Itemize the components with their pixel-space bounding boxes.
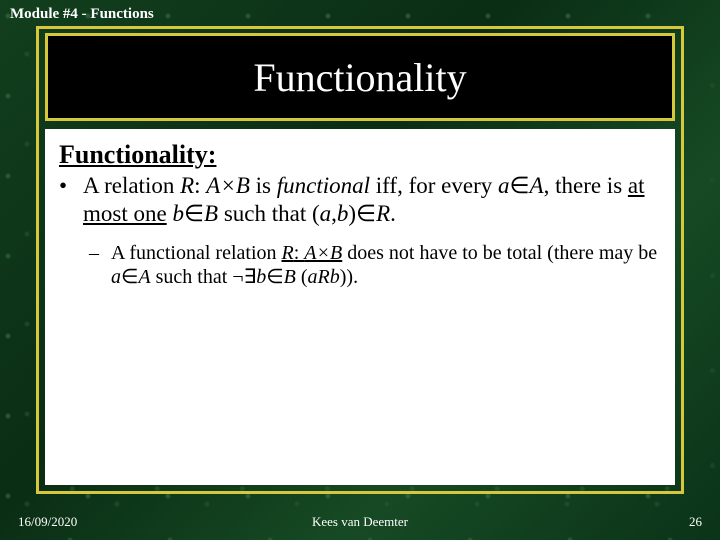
bullet-level1: • A relation R: A×B is functional iff, f… xyxy=(59,172,661,227)
txt: : xyxy=(294,242,305,264)
txt: , there is xyxy=(544,173,628,198)
module-label: Module #4 - Functions xyxy=(10,6,154,23)
word-functional: functional xyxy=(277,173,370,198)
txt: : xyxy=(194,173,206,198)
sym-in: ∈ xyxy=(121,266,138,288)
var-R: R xyxy=(376,201,390,226)
txt: such that ¬∃ xyxy=(151,266,257,288)
footer-page: 26 xyxy=(689,514,702,530)
txt: A relation xyxy=(83,173,180,198)
sym-in: ∈ xyxy=(266,266,283,288)
slide-frame: Functionality Functionality: • A relatio… xyxy=(36,26,684,494)
txt: such that ( xyxy=(218,201,320,226)
bullet-dash: – xyxy=(89,241,111,289)
var-R: R xyxy=(180,173,194,198)
txt: does not have to be total (there may be xyxy=(342,242,657,264)
body-heading: Functionality: xyxy=(59,139,661,170)
bullet1-content: A relation R: A×B is functional iff, for… xyxy=(83,172,661,227)
var-a: a xyxy=(320,201,332,226)
txt: )). xyxy=(340,266,358,288)
bullet-dot: • xyxy=(59,172,83,227)
txt: . xyxy=(390,201,396,226)
bullet2-content: A functional relation R: A×B does not ha… xyxy=(111,241,661,289)
set-B: B xyxy=(284,266,296,288)
title-box: Functionality xyxy=(45,33,675,121)
sym-in: ∈ xyxy=(509,173,529,198)
var-a: a xyxy=(498,173,510,198)
set-B: B xyxy=(204,201,218,226)
footer-date: 16/09/2020 xyxy=(18,514,77,530)
bullet-level2: – A functional relation R: A×B does not … xyxy=(89,241,661,289)
var-b: b xyxy=(337,201,349,226)
var-R: R xyxy=(282,242,294,264)
sym-in: ∈ xyxy=(184,201,204,226)
var-b: b xyxy=(256,266,266,288)
txt: ( xyxy=(296,266,308,288)
expr-aRb: aRb xyxy=(308,266,340,288)
slide-body: Functionality: • A relation R: A×B is fu… xyxy=(45,129,675,485)
set-A: A xyxy=(530,173,544,198)
txt: iff, for every xyxy=(370,173,498,198)
slide-title: Functionality xyxy=(253,54,466,101)
set-A: A xyxy=(138,266,150,288)
txt: is xyxy=(250,173,277,198)
var-b: b xyxy=(172,201,184,226)
var-a: a xyxy=(111,266,121,288)
footer-author: Kees van Deemter xyxy=(0,514,720,530)
set-AxB: A×B xyxy=(206,173,250,198)
txt: A functional relation xyxy=(111,242,282,264)
set-AxB: A×B xyxy=(304,242,342,264)
footer: 16/09/2020 Kees van Deemter 26 xyxy=(0,514,720,530)
txt: )∈ xyxy=(348,201,376,226)
